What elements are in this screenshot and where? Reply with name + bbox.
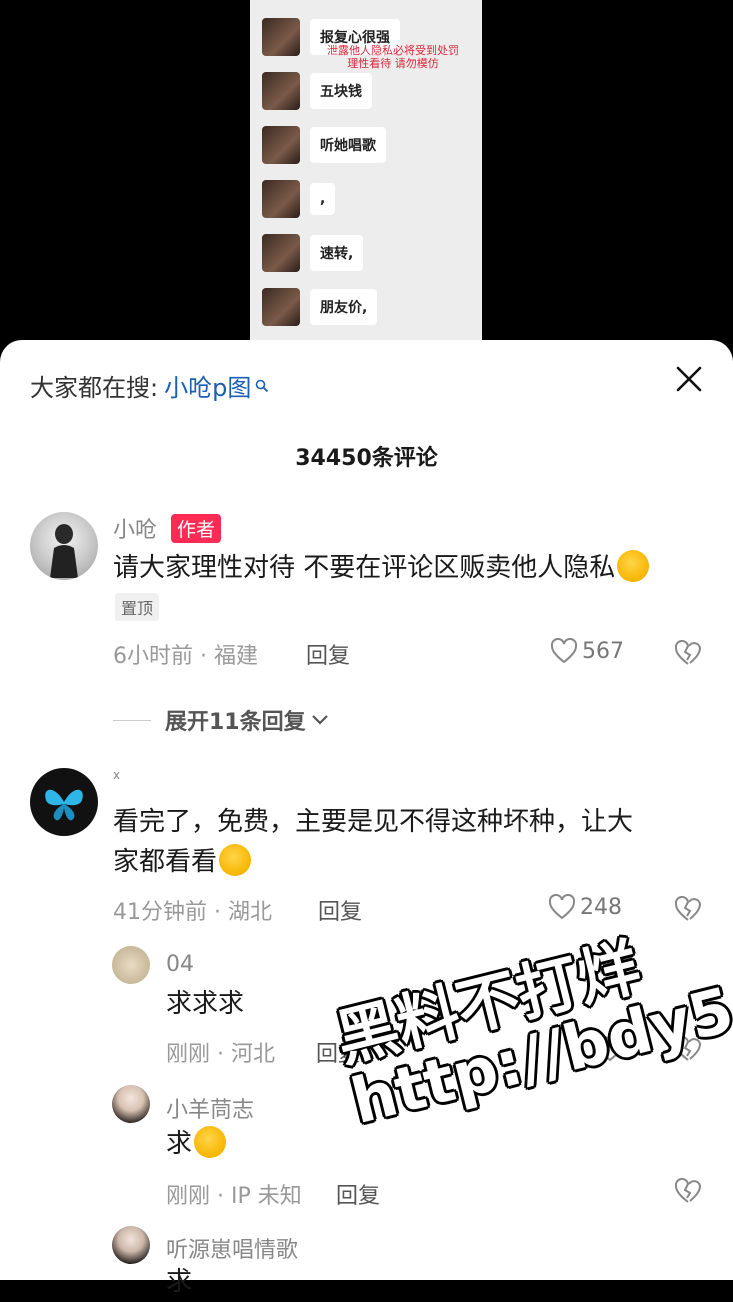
author-badge: 作者 [171,514,222,543]
comment-text-body: 请大家理性对待 不要在评论区贩卖他人隐私 [113,553,616,583]
reply-username[interactable]: 听源崽唱情歌 [166,1232,298,1264]
chat-message: 速转, [262,234,364,272]
chat-message: 朋友价, [262,288,378,326]
avatar[interactable] [30,512,98,580]
chevron-down-icon [311,715,328,725]
comment-text: 看完了，免费，主要是见不得这种坏种，让大 家都看看 [113,802,693,882]
comment-text-body: 家都看看 [113,847,218,877]
chat-bubble: 五块钱 [310,73,372,109]
chat-message: 听她唱歌 [262,126,386,164]
pinned-badge: 置顶 [115,593,160,621]
chat-avatar [262,126,300,164]
expand-replies-button[interactable]: 展开11条回复 [113,704,330,736]
reply-text-body: 求 [166,1129,193,1159]
broken-heart-icon[interactable] [674,639,702,667]
heart-face-emoji-icon [219,844,252,876]
expand-replies-label: 展开11条回复 [165,710,306,735]
chat-bubble: , [310,183,336,215]
like-count: 248 [580,894,622,920]
reply-button[interactable]: 回复 [306,638,350,670]
reply-meta: 刚刚 · 河北 [166,1042,275,1067]
reply-text: 求 [166,1124,227,1164]
search-suggestion[interactable]: 大家都在搜: 小呛p图 [30,368,269,403]
chat-screenshot: 报复心很强 泄露他人隐私必将受到处罚 理性看待 请勿模仿 五块钱 听她唱歌 , … [250,0,482,360]
comment-username[interactable]: 小呛 [113,512,157,544]
close-icon[interactable] [674,364,704,394]
reply-meta: 刚刚 · IP 未知 [166,1184,302,1209]
like-button[interactable]: 567 [550,638,624,664]
chat-avatar [262,234,300,272]
privacy-notice-line: 泄露他人隐私必将受到处罚 [327,44,459,57]
chat-message: 五块钱 [262,72,372,110]
hug-emoji-icon [617,550,650,582]
comment-sheet: 大家都在搜: 小呛p图 34450条评论 小呛 作者 请大家理性对待 不要在评论… [0,340,733,1297]
chat-avatar [262,288,300,326]
search-icon [256,379,269,392]
like-button[interactable]: 248 [548,894,622,920]
heart-icon [550,638,578,664]
reply-username[interactable]: 小羊茼志 [166,1092,254,1124]
avatar[interactable] [30,768,98,836]
avatar[interactable] [112,1085,150,1123]
reply-username[interactable]: 04 [166,952,194,977]
comment-meta: 6小时前 · 福建 [113,644,258,669]
chat-bubble: 速转, [310,235,364,271]
reply-button[interactable]: 回复 [336,1178,380,1210]
chat-bubble: 听她唱歌 [310,127,386,163]
comment-username[interactable]: x [113,768,120,782]
comment-text-line: 看完了，免费，主要是见不得这种坏种，让大 [113,807,634,837]
chat-bubble: 朋友价, [310,289,378,325]
comment-text: 请大家理性对待 不要在评论区贩卖他人隐私 [113,548,650,588]
reply-text: 求 [166,1267,193,1297]
reply-text: 求求求 [166,989,245,1019]
search-prefix: 大家都在搜: [30,374,159,402]
search-keyword-link[interactable]: 小呛p图 [164,368,251,403]
chat-avatar [262,18,300,56]
chat-avatar [262,180,300,218]
privacy-notice-line: 理性看待 请勿模仿 [347,57,439,70]
chat-message: , [262,180,336,218]
heart-eyes-emoji-icon [194,1126,227,1158]
chat-avatar [262,72,300,110]
reply-button[interactable]: 回复 [318,894,362,926]
avatar[interactable] [112,946,150,984]
comment-count: 34450条评论 [295,446,438,471]
comment-text-line: 家都看看 [113,842,693,882]
broken-heart-icon[interactable] [674,1177,702,1205]
avatar-figure [50,524,78,578]
divider [113,719,151,721]
comment-meta: 41分钟前 · 湖北 [113,900,272,925]
heart-icon [548,894,576,920]
butterfly-icon [45,789,83,821]
avatar[interactable] [112,1226,150,1264]
video-preview[interactable]: 报复心很强 泄露他人隐私必将受到处罚 理性看待 请勿模仿 五块钱 听她唱歌 , … [0,0,733,360]
privacy-notice: 泄露他人隐私必将受到处罚 理性看待 请勿模仿 [308,44,478,70]
like-count: 567 [582,638,624,664]
